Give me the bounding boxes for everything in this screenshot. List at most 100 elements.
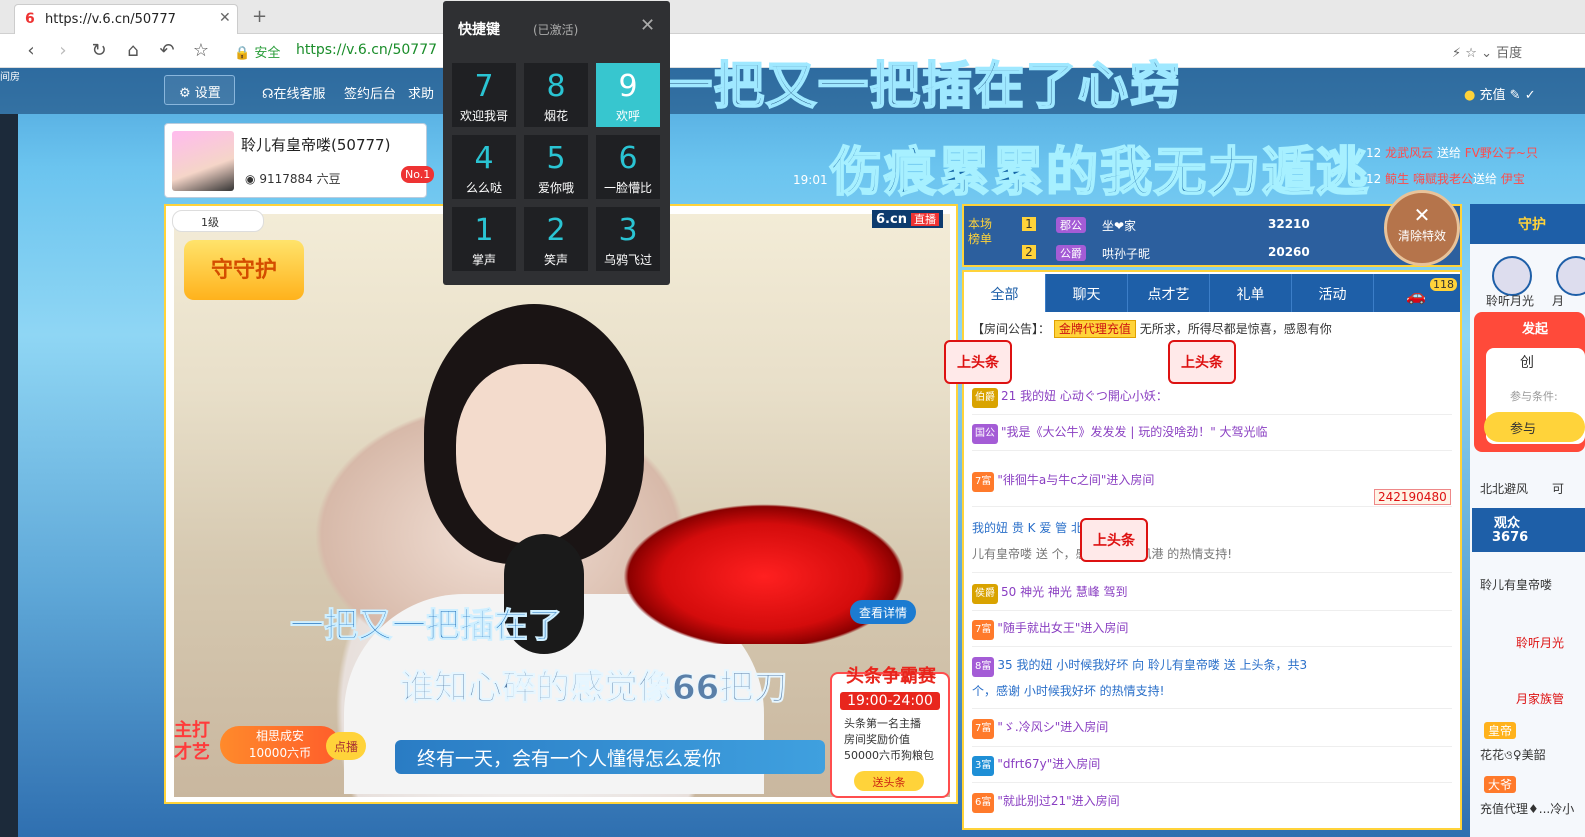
headline-badge[interactable]: 上头条: [1080, 518, 1148, 562]
hotkey-9[interactable]: 9 欢呼: [596, 63, 660, 127]
hotkey-label: 一脸懵比: [603, 181, 652, 195]
gift-receiver[interactable]: FV野公子~只: [1465, 146, 1538, 160]
chevron-down-icon[interactable]: ⌄: [1481, 46, 1492, 61]
viewers-value: 3676: [1492, 530, 1529, 545]
hotkey-label: 欢迎我哥: [459, 109, 508, 123]
notice-tag[interactable]: 金牌代理充值: [1053, 320, 1136, 338]
viewer-item[interactable]: 充值代理♦...冷小: [1480, 800, 1574, 817]
rank-badge[interactable]: 3富: [972, 756, 995, 776]
join-button[interactable]: 参与: [1484, 412, 1585, 442]
check-icon[interactable]: ✓: [1525, 88, 1536, 103]
rank-row[interactable]: 1 郡公 坐❤家 32210: [1022, 214, 1442, 238]
tab-events[interactable]: 活动: [1292, 274, 1374, 312]
rank-row[interactable]: 2 公爵 哄孙子昵 20260: [1022, 242, 1442, 266]
hotkey-1[interactable]: 1 掌声: [452, 207, 516, 271]
divider: [972, 646, 1452, 647]
left-sidebar[interactable]: [0, 114, 18, 837]
nav-right-tools[interactable]: ⚡ ☆ ⌄ 百度: [1452, 42, 1522, 61]
rank-badge[interactable]: 国公: [972, 424, 998, 444]
send-headline-button[interactable]: 送头条: [854, 771, 924, 791]
anchor-name[interactable]: 聆儿有皇帝喽(50777): [241, 134, 390, 155]
tab-talent[interactable]: 点才艺: [1128, 274, 1210, 312]
lightning-icon[interactable]: ⚡: [1452, 46, 1461, 61]
search-engine-label[interactable]: 百度: [1496, 46, 1522, 61]
recharge-link[interactable]: ● 充值 ✎ ✓: [1464, 84, 1536, 103]
reload-icon[interactable]: ↻: [88, 40, 110, 61]
hotkey-2[interactable]: 2 笑声: [524, 207, 588, 271]
divider: [972, 572, 1452, 573]
headline-badge[interactable]: 上头条: [944, 340, 1012, 384]
chat-message: 7富 "ゞ.冷风シ"进入房间: [972, 717, 1452, 739]
sign-backend-link[interactable]: 签约后台: [344, 83, 396, 102]
anchor-avatar[interactable]: [172, 131, 234, 191]
settings-button[interactable]: ⚙ 设置: [164, 75, 235, 105]
chat-message: 个，感谢 小时候我好坏 的热情支持!: [972, 681, 1452, 701]
back-icon[interactable]: ‹: [20, 40, 42, 61]
hotkey-6[interactable]: 6 一脸懵比: [596, 135, 660, 199]
hotkey-label: 么么哒: [465, 181, 502, 195]
rank-label[interactable]: 本场 榜单: [968, 217, 992, 247]
view-details-button[interactable]: 查看详情: [850, 600, 916, 624]
hotkey-3[interactable]: 3 乌鸦飞过: [596, 207, 660, 271]
gift-feed-item: 12 龙武风云 送给 FV野公子~只: [1366, 140, 1566, 166]
viewer-item[interactable]: 月家族管: [1516, 690, 1564, 707]
launch-create[interactable]: 创: [1520, 352, 1534, 372]
rank-badge[interactable]: 6富: [972, 793, 995, 813]
guard-badge[interactable]: 守守护: [184, 240, 304, 300]
tab-chat[interactable]: 聊天: [1046, 274, 1128, 312]
rank-badge[interactable]: 8富: [972, 657, 995, 677]
browser-tab[interactable]: 6 https://v.6.cn/50777 ✕: [14, 4, 238, 34]
address-bar[interactable]: https://v.6.cn/50777: [296, 42, 437, 58]
message-text: "我是《大公牛》发发发 | 玩的没啥劲！" 大驾光临: [1001, 425, 1268, 439]
guard-name[interactable]: 月: [1552, 292, 1564, 309]
star-icon[interactable]: ☆: [1465, 46, 1477, 61]
gift-sender[interactable]: 龙武风云: [1385, 146, 1433, 160]
guard-avatar[interactable]: [1556, 256, 1585, 296]
guard-avatar[interactable]: [1492, 256, 1532, 296]
viewers-count[interactable]: 观众 3676: [1472, 508, 1585, 552]
edit-icon[interactable]: ✎: [1510, 88, 1521, 103]
forward-icon[interactable]: ›: [52, 40, 74, 61]
customer-service-link[interactable]: ☊在线客服: [262, 83, 326, 102]
close-tab-icon[interactable]: ✕: [219, 10, 231, 26]
hotkey-8[interactable]: 8 烟花: [524, 63, 588, 127]
viewer-item[interactable]: 花花ও♀美韶: [1480, 746, 1546, 767]
gift-receiver[interactable]: 伊宝: [1501, 172, 1525, 186]
bookmark-star-icon[interactable]: ☆: [190, 40, 212, 61]
headline-badge[interactable]: 上头条: [1168, 340, 1236, 384]
rank-badge[interactable]: 7富: [972, 620, 995, 640]
guard-header[interactable]: 守护: [1470, 204, 1585, 244]
rank-badge[interactable]: 伯爵: [972, 388, 998, 408]
chat-tabs: 全部 聊天 点才艺 礼单 活动 🚗 118: [964, 274, 1460, 312]
hotkey-7[interactable]: 7 欢迎我哥: [452, 63, 516, 127]
gift-feed-item: 12 鲸生 嗨赋我老公送给 伊宝: [1366, 166, 1566, 192]
rank-badge[interactable]: 7富: [972, 719, 995, 739]
site-logo[interactable]: 间房: [0, 68, 20, 114]
talent-song-box[interactable]: 相思成安 10000六币: [220, 726, 340, 764]
member-name[interactable]: 可: [1552, 480, 1564, 497]
viewer-item[interactable]: 聆儿有皇帝喽: [1480, 576, 1552, 593]
new-tab-icon[interactable]: +: [252, 6, 267, 27]
hotkey-label: 笑声: [543, 253, 568, 267]
hotkey-4[interactable]: 4 么么哒: [452, 135, 516, 199]
chat-message: 7富 "随手就出女王"进入房间: [972, 618, 1452, 640]
tab-gifts[interactable]: 礼单: [1210, 274, 1292, 312]
headset-icon: ☊: [262, 87, 274, 102]
rank-badge[interactable]: 7富: [972, 472, 995, 492]
tab-all[interactable]: 全部: [964, 274, 1046, 312]
help-link[interactable]: 求助: [408, 83, 434, 102]
hotkey-5[interactable]: 5 爱你哦: [524, 135, 588, 199]
tab-car[interactable]: 🚗 118: [1380, 276, 1460, 312]
close-icon[interactable]: ✕: [640, 15, 655, 36]
rank-badge[interactable]: 侯爵: [972, 584, 998, 604]
anchor-rank-badge[interactable]: No.1: [401, 166, 435, 183]
member-name[interactable]: 北北避风: [1480, 480, 1528, 497]
order-song-button[interactable]: 点播: [326, 732, 366, 760]
viewer-item[interactable]: 聆听月光: [1516, 634, 1564, 651]
clear-effects-button[interactable]: ✕ 清除特效: [1384, 190, 1460, 266]
undo-icon[interactable]: ↶: [156, 40, 178, 61]
home-icon[interactable]: ⌂: [122, 40, 144, 61]
gift-sender[interactable]: 鲸生: [1385, 172, 1409, 186]
secure-indicator[interactable]: 🔒 安全: [234, 42, 280, 61]
guard-name[interactable]: 聆听月光: [1486, 292, 1534, 309]
